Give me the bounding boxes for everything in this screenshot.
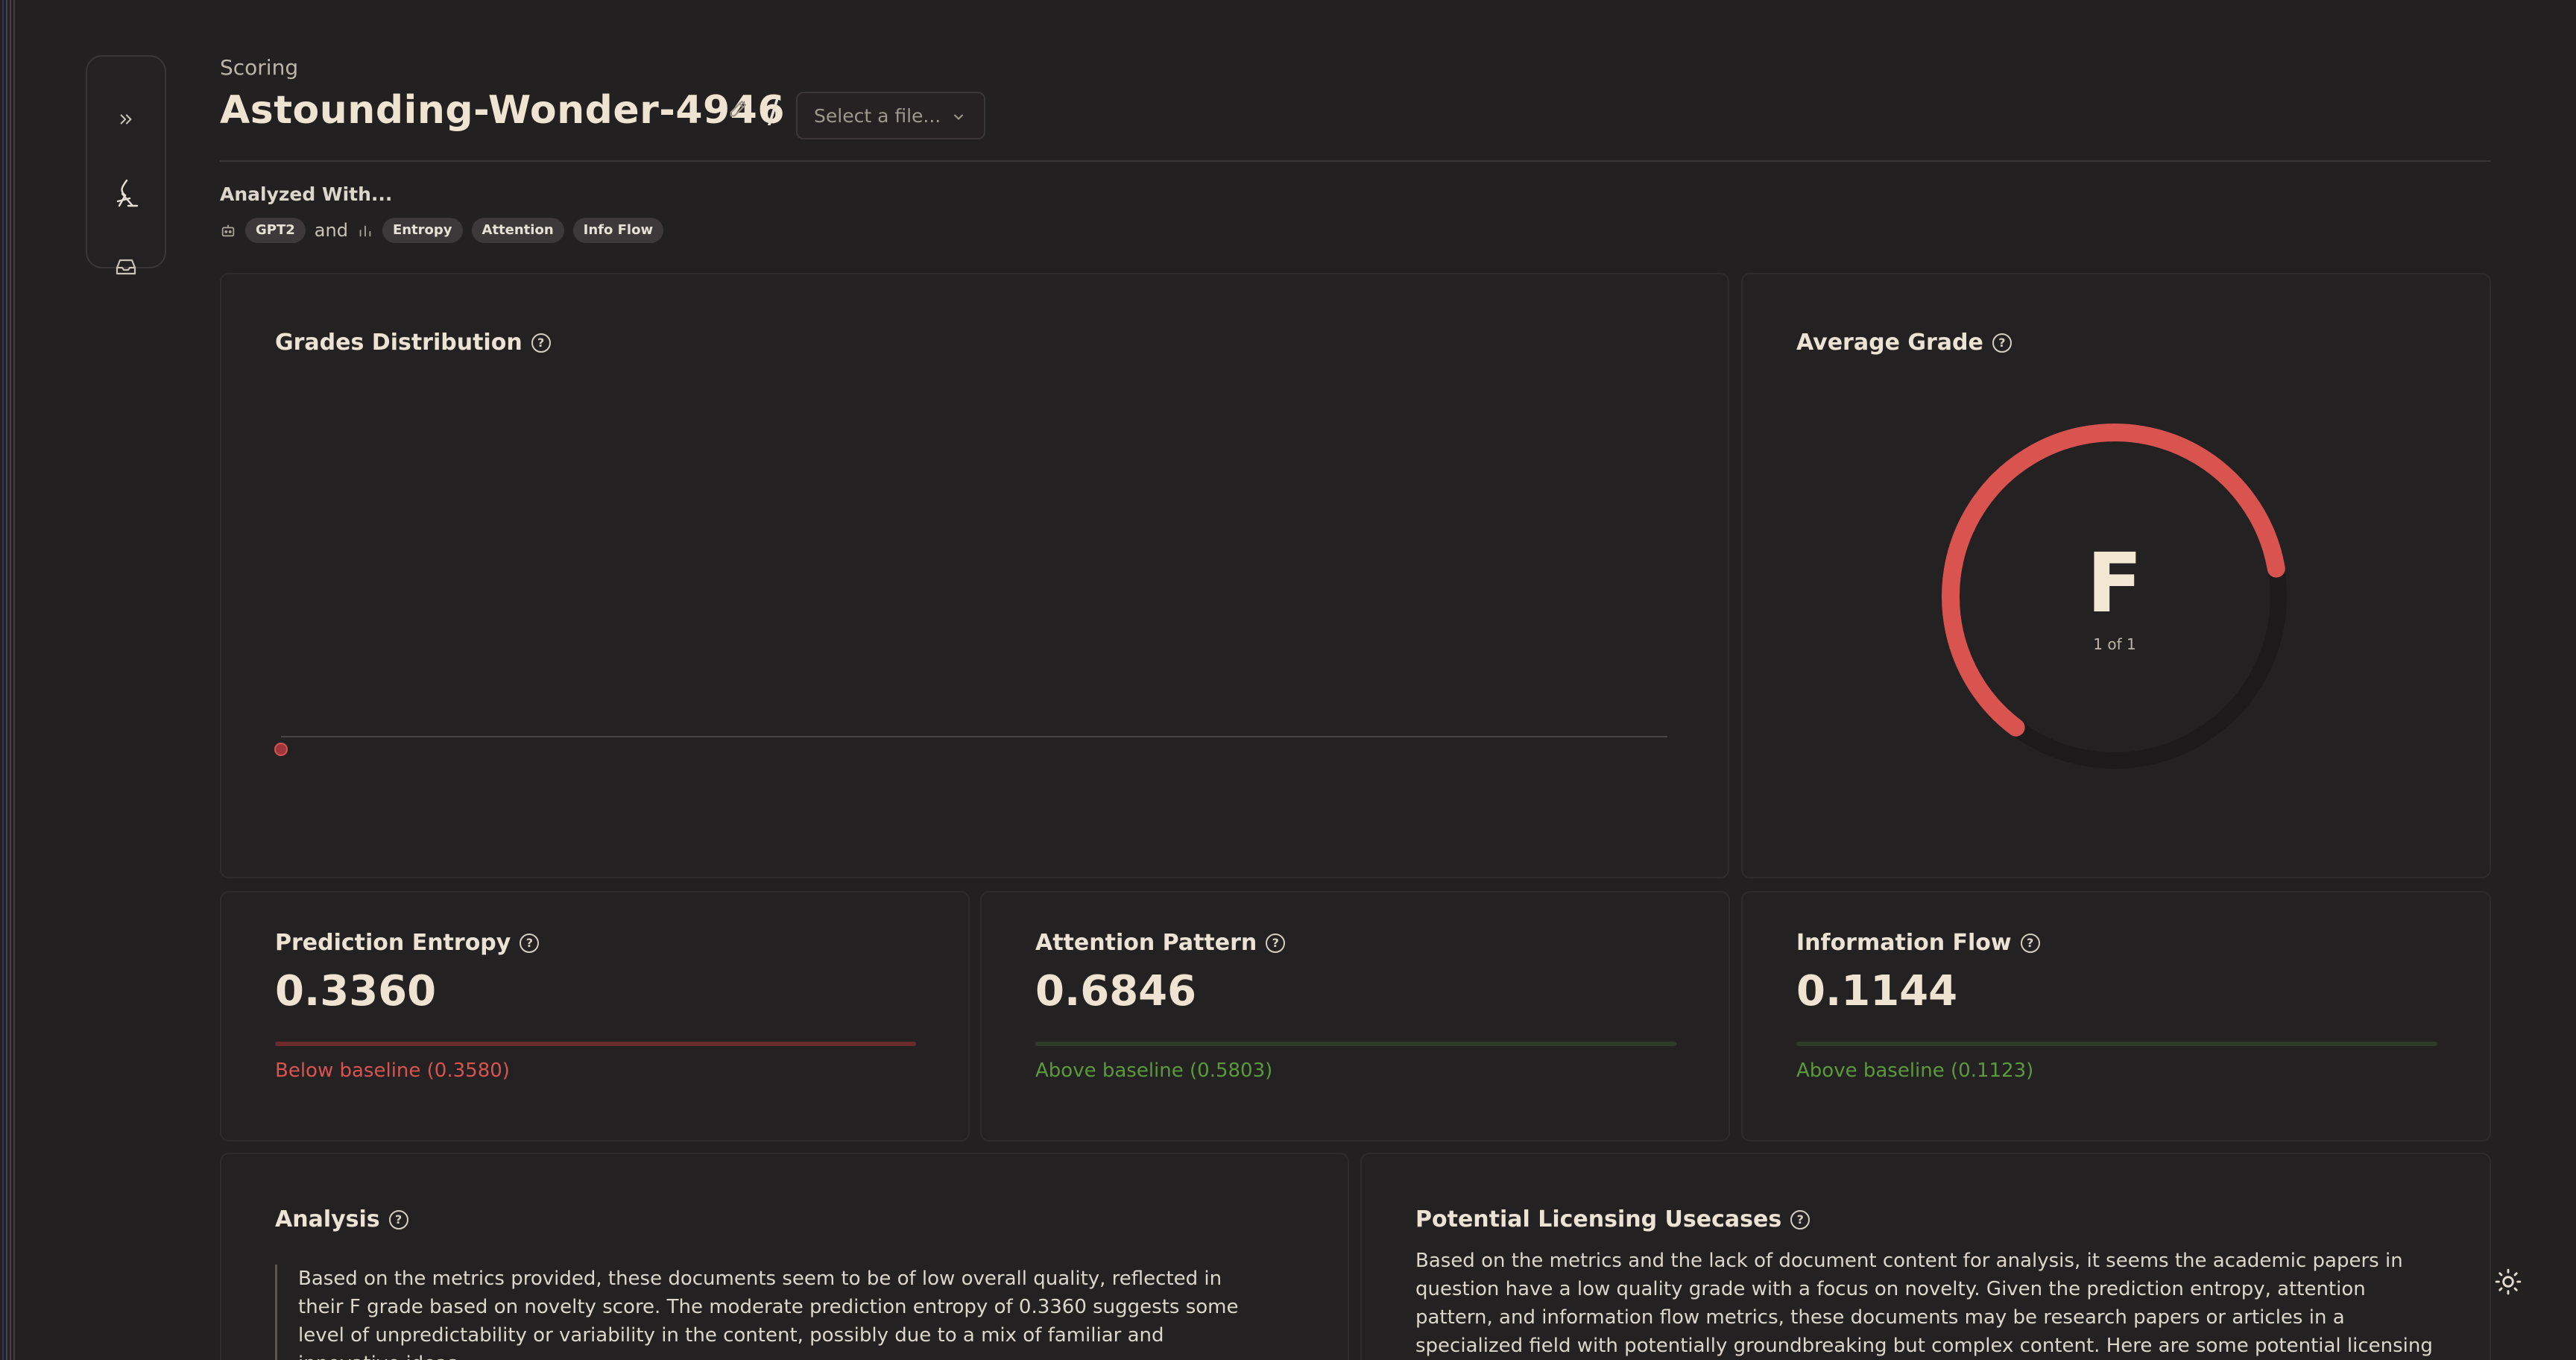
sun-icon bbox=[2495, 1268, 2522, 1295]
licensing-card: Potential Licensing Usecases ? Based on … bbox=[1360, 1153, 2491, 1360]
file-select-label: Select a file... bbox=[814, 104, 941, 127]
card-title: Information Flow ? bbox=[1796, 930, 2040, 956]
metric-value: 0.1144 bbox=[1796, 967, 1958, 1016]
card-title: Potential Licensing Usecases ? bbox=[1415, 1206, 1811, 1232]
sidebar bbox=[86, 55, 166, 275]
inbox-icon bbox=[116, 259, 136, 275]
metric-bar bbox=[275, 1042, 916, 1046]
nav-inbox-button[interactable] bbox=[87, 245, 165, 289]
metric-value: 0.3360 bbox=[275, 967, 437, 1016]
metric-tag: Info Flow bbox=[572, 218, 664, 243]
card-title: Analysis ? bbox=[275, 1206, 408, 1232]
metric-card-prediction-entropy: Prediction Entropy ? 0.3360 Below baseli… bbox=[220, 891, 970, 1142]
card-title: Prediction Entropy ? bbox=[275, 930, 540, 956]
pencil-icon bbox=[730, 101, 746, 117]
metric-tag: Attention bbox=[471, 218, 564, 243]
licensing-text: Based on the metrics and the lack of doc… bbox=[1415, 1250, 2433, 1357]
expand-sidebar-button[interactable] bbox=[87, 97, 165, 142]
metric-tag: Entropy bbox=[382, 218, 463, 243]
scoring-tool-icon bbox=[116, 179, 139, 207]
model-tag: GPT2 bbox=[245, 218, 306, 243]
metric-title: Attention Pattern bbox=[1035, 930, 1257, 956]
analysis-card: Analysis ? Based on the metrics provided… bbox=[220, 1153, 1349, 1360]
grades-distribution-card: Grades Distribution ? bbox=[220, 273, 1729, 878]
help-circle-icon[interactable]: ? bbox=[520, 933, 540, 953]
grades-distribution-title: Grades Distribution bbox=[275, 330, 523, 356]
header-divider bbox=[220, 160, 2490, 162]
card-title: Attention Pattern ? bbox=[1035, 930, 1286, 956]
help-circle-icon[interactable]: ? bbox=[388, 1209, 408, 1230]
metric-baseline-note: Above baseline (0.5803) bbox=[1035, 1060, 1273, 1082]
licensing-title: Potential Licensing Usecases bbox=[1415, 1206, 1782, 1232]
metric-title: Information Flow bbox=[1796, 930, 2012, 956]
bar-chart-icon bbox=[357, 222, 373, 239]
analysis-text: Based on the metrics provided, these doc… bbox=[275, 1265, 1251, 1360]
chart-point bbox=[274, 743, 288, 756]
file-select-dropdown[interactable]: Select a file... bbox=[796, 92, 985, 139]
metric-value: 0.6846 bbox=[1035, 967, 1197, 1016]
help-circle-icon[interactable]: ? bbox=[2020, 933, 2040, 953]
grades-distribution-chart bbox=[274, 736, 1667, 756]
path-separator: / bbox=[768, 92, 779, 130]
analyzed-with-tags: GPT2 and Entropy Attention Info Flow bbox=[220, 218, 664, 243]
card-title: Grades Distribution ? bbox=[275, 330, 551, 356]
average-grade-letter: F bbox=[2086, 535, 2143, 631]
app-page: Scoring Astounding-Wonder-4946 / Select … bbox=[0, 0, 2576, 1360]
theme-toggle-button[interactable] bbox=[2494, 1268, 2522, 1299]
nav-scoring-button[interactable] bbox=[87, 171, 165, 216]
analyzed-with-label: Analyzed With... bbox=[220, 183, 393, 205]
edit-title-button[interactable] bbox=[727, 98, 748, 122]
page-title: Astounding-Wonder-4946 bbox=[220, 88, 786, 133]
card-title: Average Grade ? bbox=[1796, 330, 2012, 356]
metric-baseline-note: Above baseline (0.1123) bbox=[1796, 1060, 2034, 1082]
breadcrumb[interactable]: Scoring bbox=[220, 55, 298, 80]
chevrons-right-icon bbox=[120, 114, 132, 125]
metric-bar bbox=[1035, 1042, 1676, 1046]
help-circle-icon[interactable]: ? bbox=[1992, 333, 2012, 353]
help-circle-icon[interactable]: ? bbox=[1790, 1209, 1811, 1230]
chevron-down-icon bbox=[954, 114, 963, 120]
analysis-title: Analysis bbox=[275, 1206, 380, 1232]
metric-title: Prediction Entropy bbox=[275, 930, 511, 956]
conjunction-text: and bbox=[314, 220, 348, 241]
help-circle-icon[interactable]: ? bbox=[1266, 933, 1286, 953]
metric-bar bbox=[1796, 1042, 2437, 1046]
average-grade-title: Average Grade bbox=[1796, 330, 1983, 356]
metric-card-information-flow: Information Flow ? 0.1144 Above baseline… bbox=[1741, 891, 2491, 1142]
help-circle-icon[interactable]: ? bbox=[531, 333, 551, 353]
average-grade-position: 1 of 1 bbox=[2093, 635, 2136, 653]
window-edge-decoration bbox=[0, 0, 15, 1360]
metric-baseline-note: Below baseline (0.3580) bbox=[275, 1060, 510, 1082]
metric-card-attention-pattern: Attention Pattern ? 0.6846 Above baselin… bbox=[980, 891, 1730, 1142]
robot-icon bbox=[220, 222, 236, 239]
